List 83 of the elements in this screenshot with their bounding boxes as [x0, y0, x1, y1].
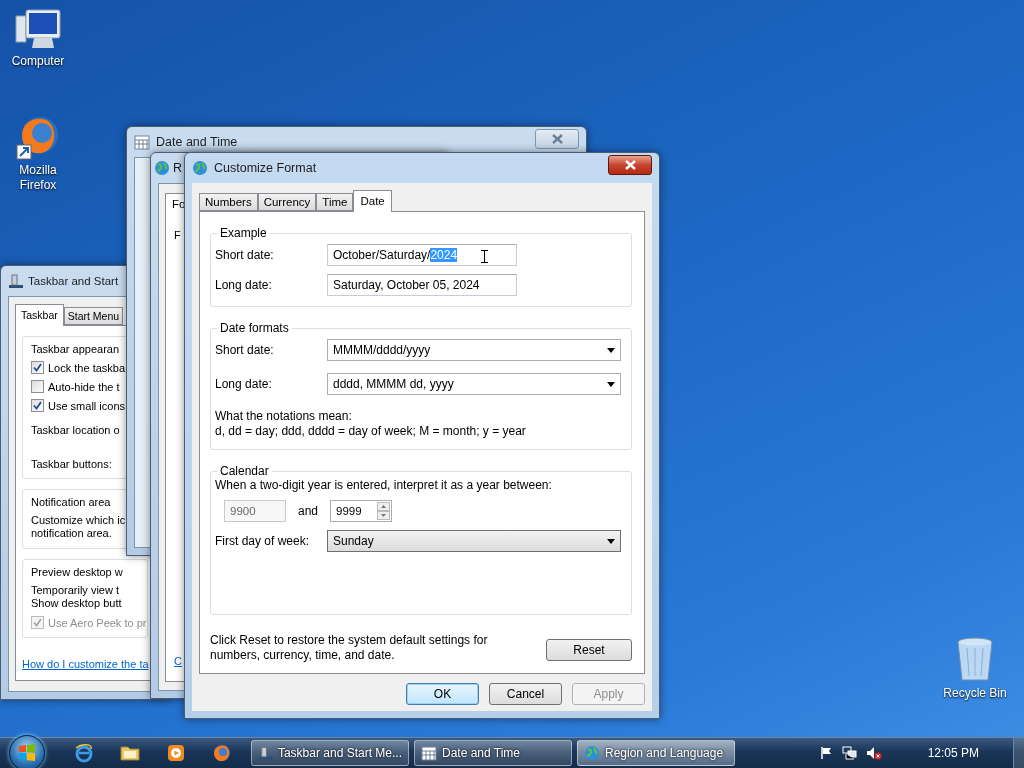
desktop-icon-label[interactable]: Recycle Bin	[937, 686, 1013, 701]
close-icon	[624, 160, 636, 170]
checkbox-label: Use small icons	[48, 399, 126, 412]
calendar-icon	[421, 745, 437, 761]
dialog-button[interactable]: OK	[406, 683, 479, 705]
check-icon	[33, 401, 42, 410]
checkbox-label: Lock the taskba	[48, 361, 126, 374]
group-title: Preview desktop w	[31, 566, 124, 578]
globe-icon	[192, 160, 208, 176]
text-cursor-icon	[481, 250, 488, 263]
start-button[interactable]	[9, 735, 45, 768]
check-icon	[33, 363, 42, 372]
tab[interactable]: Date	[353, 190, 392, 212]
tab[interactable]: Taskbar	[15, 304, 64, 326]
taskbar-button[interactable]: Taskbar and Start Me...	[251, 740, 409, 766]
checkbox[interactable]	[31, 399, 44, 412]
taskbar-button[interactable]: Date and Time	[414, 740, 572, 766]
caret-icon	[607, 538, 615, 544]
network-icon[interactable]	[841, 746, 858, 760]
checkbox-label: Auto-hide the t	[48, 380, 120, 393]
help-link[interactable]: How do I customize the ta	[22, 658, 148, 670]
first-day-dropdown[interactable]: Sunday	[327, 530, 621, 552]
long-date-field: Saturday, October 05, 2024	[327, 274, 517, 296]
field-label: Taskbar buttons:	[31, 458, 113, 470]
notation-help: What the notations mean: d, dd = day; ddd, dddd = day of week; M = month; y = year	[215, 409, 527, 439]
recycle-bin-icon	[955, 636, 995, 684]
windows-logo-icon	[18, 744, 36, 762]
format-dropdown[interactable]: MMMM/dddd/yyyy	[327, 339, 621, 361]
checkbox-label: Use Aero Peek to pr	[48, 616, 147, 629]
reset-button[interactable]: Reset	[546, 639, 632, 661]
calendar-prompt: When a two-digit year is entered, interpret it as a year between:	[215, 478, 553, 492]
browser-icon[interactable]	[74, 743, 94, 763]
group-title: Calendar	[219, 464, 270, 478]
field-label: Short date:	[215, 343, 275, 357]
close-button[interactable]	[608, 155, 652, 175]
group-title: Date formats	[219, 321, 290, 335]
window-title: Taskbar and Start	[28, 275, 120, 287]
volume-muted-icon[interactable]	[865, 746, 882, 760]
link[interactable]: C	[174, 655, 182, 667]
tab[interactable]: Numbers	[199, 193, 258, 211]
group-title: Taskbar appearan	[31, 343, 121, 355]
field-label: Taskbar location o	[31, 424, 121, 436]
firefox-icon[interactable]	[212, 743, 232, 763]
tab[interactable]: Start Menu	[63, 307, 124, 325]
group-title: Example	[219, 226, 268, 240]
field-label: First day of week:	[215, 534, 311, 548]
short-date-field[interactable]: October/Saturday/2024	[327, 244, 517, 266]
year-field: 9900	[224, 500, 286, 522]
format-dropdown[interactable]: dddd, MMMM dd, yyyy	[327, 373, 621, 395]
field-label: Long date:	[215, 278, 273, 292]
field-label: Short date:	[215, 248, 275, 262]
year-spinner[interactable]: 9999	[330, 500, 393, 522]
reset-note: Click Reset to restore the system default settings for numbers, currency, time, and date.	[210, 633, 489, 663]
checkbox[interactable]	[31, 361, 44, 374]
field-label: F	[174, 229, 181, 241]
flag-icon[interactable]	[819, 746, 834, 760]
spin-arrows-icon	[377, 502, 391, 520]
caret-icon	[607, 381, 615, 387]
tab[interactable]: Time	[316, 193, 354, 211]
desktop-icon-label[interactable]: Computer	[0, 54, 76, 69]
description-text: Temporarily view t Show desktop butt	[31, 584, 123, 610]
group-title: Notification area	[31, 496, 112, 508]
globe-icon	[154, 160, 170, 176]
caret-icon	[607, 347, 615, 353]
and-label: and	[298, 504, 319, 518]
description-text: Customize which ic notification area.	[31, 514, 127, 540]
calendar-icon	[134, 134, 150, 150]
desktop-icon-label[interactable]: Mozilla Firefox	[10, 163, 66, 193]
tab[interactable]: Currency	[257, 193, 317, 211]
close-icon	[551, 134, 563, 144]
field-label: Long date:	[215, 377, 273, 391]
media-player-icon[interactable]	[167, 744, 185, 762]
window-title: Customize Format	[214, 161, 318, 175]
window-title: R	[173, 161, 183, 175]
taskbar-button[interactable]: Region and Language	[577, 740, 735, 766]
folder-icon[interactable]	[120, 744, 140, 762]
checkbox[interactable]	[31, 380, 44, 393]
clock[interactable]: 12:05 PM	[927, 746, 979, 760]
window-title: Date and Time	[156, 135, 239, 149]
dialog-button[interactable]: Cancel	[489, 683, 562, 705]
globe-icon	[584, 745, 600, 761]
taskbar-icon	[8, 273, 24, 289]
taskbar-icon	[258, 745, 273, 761]
